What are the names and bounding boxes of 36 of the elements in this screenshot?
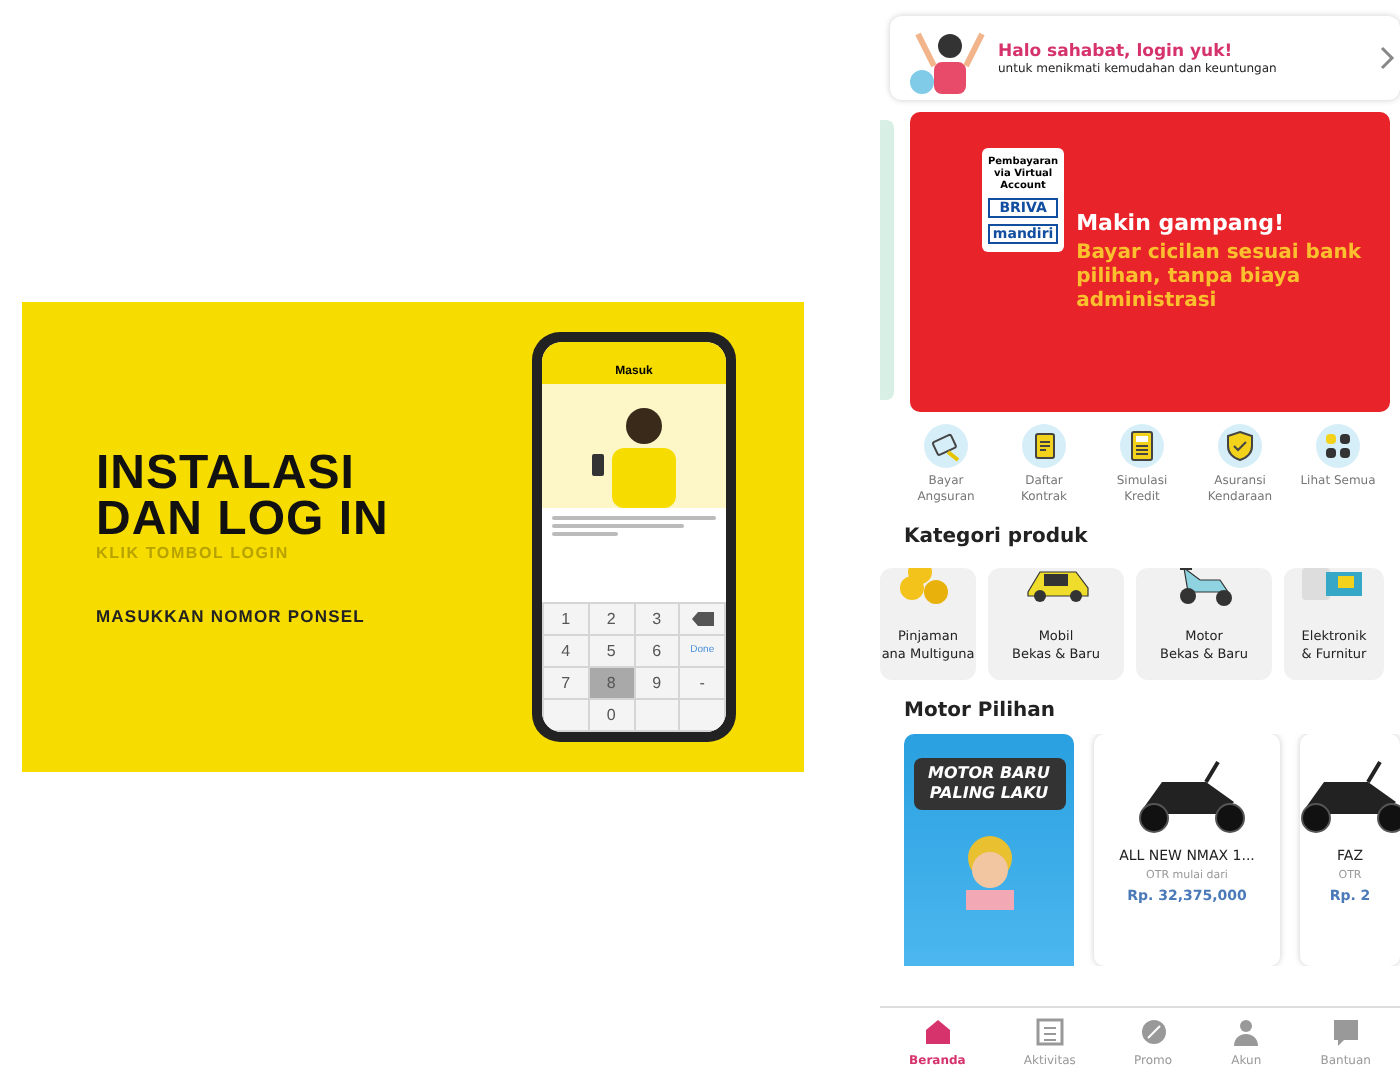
promo-headline: Makin gampang! — [1076, 210, 1287, 236]
money-hand-icon — [924, 424, 968, 468]
blank-key — [680, 700, 724, 730]
section-title: Motor Pilihan — [904, 700, 1055, 722]
promo-body: Bayar cicilan sesuai bank pilihan, tanpa biaya administrasi — [1076, 242, 1363, 314]
calculator-icon — [1120, 424, 1164, 468]
keypad-key[interactable]: 6 — [635, 636, 679, 666]
keypad-key[interactable]: 9 — [635, 668, 679, 698]
promo-card-text: MOTOR BARU PALING LAKU — [913, 758, 1065, 810]
document-icon — [1022, 424, 1066, 468]
keypad-key[interactable]: 3 — [635, 604, 679, 634]
keypad-key[interactable]: 1 — [544, 604, 588, 634]
keypad-key[interactable]: 0 — [589, 700, 633, 730]
motor-promo-card[interactable]: MOTOR BARU PALING LAKU — [904, 734, 1074, 966]
section-title: Kategori produk — [904, 526, 1088, 548]
chevron-right-icon — [1380, 46, 1396, 70]
subtitle-text: KLIK TOMBOL LOGIN — [96, 543, 291, 561]
login-title: Halo sahabat, login yuk! — [998, 41, 1235, 61]
backspace-key[interactable] — [680, 604, 724, 634]
list-icon — [1033, 1015, 1066, 1047]
title-text: DAN LOG IN — [96, 495, 391, 541]
keypad-key[interactable]: 5 — [589, 636, 633, 666]
home-icon — [921, 1015, 954, 1047]
blank-key — [544, 700, 588, 730]
keypad-key[interactable]: 4 — [544, 636, 588, 666]
title-text: INSTALASI — [96, 449, 357, 495]
grid-icon — [1316, 424, 1360, 468]
step-text: MASUKKAN NOMOR PONSEL — [96, 605, 367, 625]
help-chat-icon — [1329, 1015, 1362, 1047]
user-icon — [1230, 1015, 1263, 1047]
shield-check-icon — [1218, 424, 1262, 468]
backspace-icon — [691, 612, 714, 626]
blank-key — [635, 700, 679, 730]
keypad-key[interactable]: - — [680, 668, 724, 698]
keypad-key[interactable]: 2 — [589, 604, 633, 634]
keypad-key[interactable]: 7 — [544, 668, 588, 698]
